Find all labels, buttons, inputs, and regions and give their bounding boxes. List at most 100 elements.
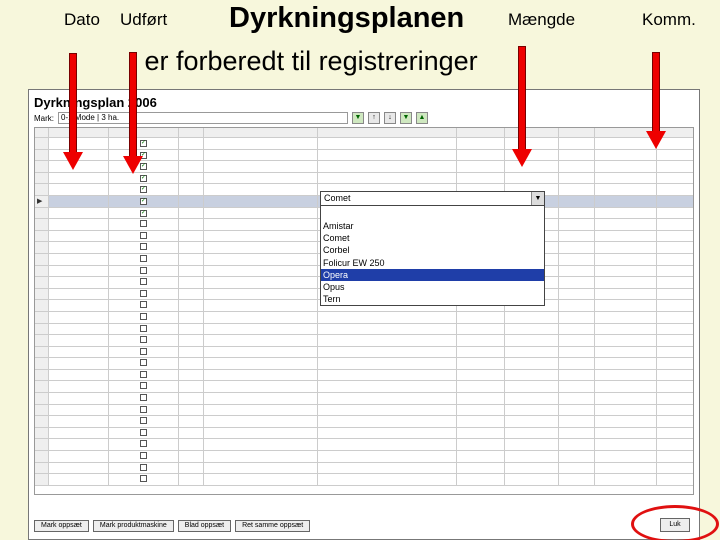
- table-cell[interactable]: [49, 393, 109, 404]
- table-cell[interactable]: [559, 346, 595, 358]
- table-cell[interactable]: [559, 393, 595, 404]
- table-cell[interactable]: [457, 474, 505, 485]
- table-row[interactable]: [35, 346, 693, 359]
- table-row[interactable]: [35, 358, 693, 370]
- table-cell[interactable]: [49, 138, 109, 149]
- table-cell[interactable]: [179, 346, 204, 358]
- row-selector[interactable]: [35, 265, 49, 277]
- row-selector[interactable]: [35, 184, 49, 195]
- table-cell[interactable]: ✓: [109, 161, 179, 172]
- table-cell[interactable]: [595, 439, 657, 451]
- table-cell[interactable]: [49, 172, 109, 184]
- table-cell[interactable]: [204, 404, 318, 416]
- row-selector[interactable]: [35, 149, 49, 161]
- table-cell[interactable]: [204, 184, 318, 195]
- table-cell[interactable]: [318, 427, 457, 439]
- table-cell[interactable]: [595, 462, 657, 474]
- table-row[interactable]: [35, 439, 693, 452]
- udfort-checkbox[interactable]: [140, 394, 147, 402]
- field-select[interactable]: 0-1 Mode | 3 ha.: [58, 112, 348, 124]
- udfort-checkbox[interactable]: [140, 278, 147, 286]
- table-cell[interactable]: [505, 393, 559, 404]
- mark-setup-button[interactable]: Mark oppsæt: [34, 520, 89, 532]
- table-cell[interactable]: [559, 184, 595, 195]
- table-cell[interactable]: [49, 242, 109, 253]
- table-cell[interactable]: [457, 381, 505, 393]
- row-selector[interactable]: [35, 404, 49, 416]
- row-selector[interactable]: [35, 230, 49, 242]
- table-cell[interactable]: [595, 207, 657, 219]
- table-cell[interactable]: [505, 358, 559, 369]
- table-cell[interactable]: [595, 161, 657, 172]
- table-cell[interactable]: [318, 404, 457, 416]
- table-cell[interactable]: ✓: [109, 138, 179, 149]
- table-cell[interactable]: ✓: [109, 207, 179, 219]
- table-cell[interactable]: [49, 311, 109, 323]
- table-cell[interactable]: [49, 230, 109, 242]
- udfort-checkbox[interactable]: [140, 289, 147, 297]
- dropdown-icon[interactable]: ▼: [352, 112, 364, 124]
- row-selector[interactable]: [35, 207, 49, 219]
- udfort-checkbox[interactable]: [140, 243, 147, 251]
- table-cell[interactable]: [595, 277, 657, 288]
- move-down-icon[interactable]: ▼: [400, 112, 412, 124]
- table-row[interactable]: [35, 451, 693, 463]
- table-cell[interactable]: [109, 230, 179, 242]
- table-cell[interactable]: [204, 427, 318, 439]
- table-cell[interactable]: [49, 369, 109, 381]
- table-cell[interactable]: [204, 346, 318, 358]
- table-cell[interactable]: [595, 474, 657, 485]
- table-cell[interactable]: [179, 195, 204, 207]
- table-cell[interactable]: [595, 358, 657, 369]
- table-cell[interactable]: [49, 288, 109, 300]
- table-cell[interactable]: [595, 381, 657, 393]
- table-cell[interactable]: [49, 195, 109, 207]
- table-cell[interactable]: [318, 323, 457, 335]
- dropdown-current-value[interactable]: Comet ▼: [321, 192, 544, 206]
- table-cell[interactable]: [559, 149, 595, 161]
- dropdown-option-highlighted[interactable]: Opera: [321, 268, 544, 281]
- table-cell[interactable]: [318, 311, 457, 323]
- table-cell[interactable]: [204, 311, 318, 323]
- table-cell[interactable]: [505, 138, 559, 149]
- table-cell[interactable]: [109, 439, 179, 451]
- table-cell[interactable]: [179, 335, 204, 346]
- udfort-checkbox[interactable]: ✓: [140, 186, 147, 194]
- table-cell[interactable]: [595, 242, 657, 253]
- table-cell[interactable]: [457, 439, 505, 451]
- header-cell[interactable]: [559, 128, 595, 137]
- table-cell[interactable]: [318, 335, 457, 346]
- table-cell[interactable]: [457, 335, 505, 346]
- table-cell[interactable]: [559, 474, 595, 485]
- table-cell[interactable]: [595, 253, 657, 265]
- sort-desc-icon[interactable]: ↓: [384, 112, 396, 124]
- table-cell[interactable]: [559, 242, 595, 253]
- udfort-checkbox[interactable]: [140, 475, 147, 483]
- table-cell[interactable]: [109, 474, 179, 485]
- row-selector[interactable]: [35, 288, 49, 300]
- table-cell[interactable]: [49, 207, 109, 219]
- udfort-checkbox[interactable]: [140, 324, 147, 332]
- table-row[interactable]: [35, 381, 693, 394]
- udfort-checkbox[interactable]: ✓: [140, 174, 147, 182]
- table-cell[interactable]: [204, 474, 318, 485]
- table-cell[interactable]: [595, 219, 657, 230]
- udfort-checkbox[interactable]: [140, 382, 147, 390]
- row-selector[interactable]: [35, 462, 49, 474]
- udfort-checkbox[interactable]: ✓: [140, 197, 147, 205]
- header-cell[interactable]: [318, 128, 457, 137]
- plan-grid[interactable]: ✓ ✓ ✓ ✓ ✓ ▶ ✓ ✓: [34, 127, 694, 495]
- table-cell[interactable]: [179, 323, 204, 335]
- table-cell[interactable]: [204, 242, 318, 253]
- table-cell[interactable]: [318, 416, 457, 427]
- table-cell[interactable]: [204, 207, 318, 219]
- sort-asc-icon[interactable]: ↑: [368, 112, 380, 124]
- table-cell[interactable]: [595, 288, 657, 300]
- table-cell[interactable]: [318, 161, 457, 172]
- table-cell[interactable]: ✓: [109, 195, 179, 207]
- header-cell[interactable]: [49, 128, 109, 137]
- table-cell[interactable]: [559, 462, 595, 474]
- table-cell[interactable]: [109, 219, 179, 230]
- sheet-setup-button[interactable]: Blad oppsæt: [177, 520, 232, 532]
- udfort-checkbox[interactable]: [140, 417, 147, 425]
